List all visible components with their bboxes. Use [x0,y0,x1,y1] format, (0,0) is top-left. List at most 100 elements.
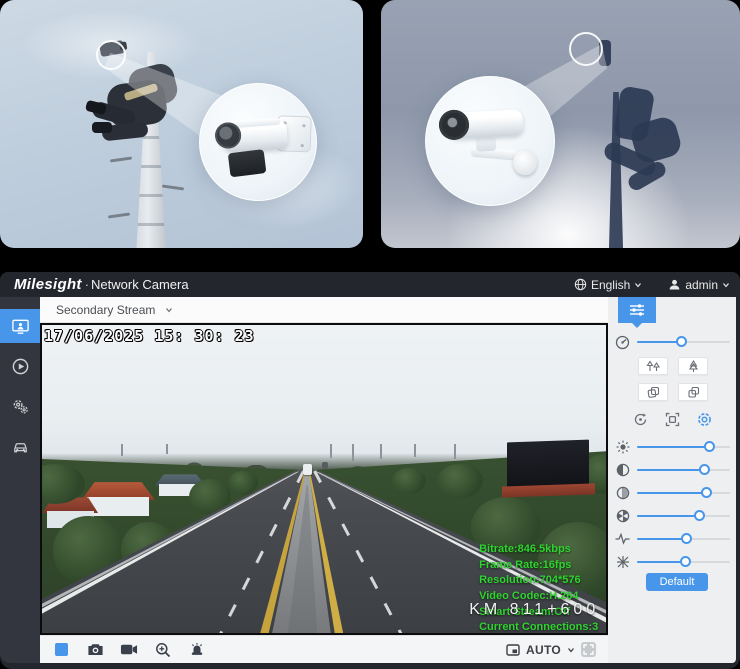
focus-mode-row [608,411,736,427]
camera-inset-circle [425,76,555,206]
auxiliary-focus-icon [697,412,712,427]
adjust-panel-toggle[interactable] [618,297,656,323]
auto-focus-button[interactable] [632,411,648,427]
fullscreen-icon [583,644,594,655]
ptz-speed-row [608,333,736,351]
noise-reduction-2d-row [608,527,736,550]
globe-icon [574,278,587,291]
page: Milesight Network Camera English admin [0,0,740,669]
manual-alarm-button[interactable] [188,641,206,659]
aspect-ratio-select[interactable]: AUTO [526,643,561,657]
sidebar-item-playback[interactable] [0,349,40,383]
slider-handle[interactable] [704,441,715,452]
promo-photo-installation-day [0,0,363,248]
chevron-down-icon [634,281,642,289]
power-pylon [352,444,354,461]
slider-handle[interactable] [694,510,705,521]
fullscreen-button[interactable] [581,642,596,657]
road-marker-text: KM 811+600 [469,601,599,619]
snapshot-button[interactable] [86,641,104,659]
ptz-adjust-panel: Default [608,297,736,663]
speed-gauge-icon [615,335,630,350]
bullet-camera-illustration [214,109,315,186]
auto-focus-icon [633,412,648,427]
saturation-slider[interactable] [637,486,730,500]
live-video: 17/06/2025 15: 30: 23 Bitrate:846.5kbps … [40,323,608,635]
noise-reduction-3d-row [608,550,736,573]
tree [392,468,426,494]
billboard-back [507,439,589,488]
osd-bitrate: Bitrate:846.5kbps [479,542,598,558]
osd-stream-stats: Bitrate:846.5kbps Frame Rate:16fps Resol… [479,542,598,635]
slider-handle[interactable] [699,464,710,475]
sidebar-item-settings[interactable] [0,389,40,423]
focus-far-button[interactable] [638,383,668,401]
product-name: Network Camera [85,277,189,292]
car [322,462,328,469]
sidebar-item-live-view[interactable] [0,309,40,343]
user-label: admin [685,278,718,292]
camera-web-app: Milesight Network Camera English admin [0,272,740,669]
pole-rung [108,212,130,218]
slider-handle[interactable] [681,533,692,544]
zoom-out-icon [646,360,661,373]
focus-far-icon [647,386,660,399]
stop-icon [55,643,68,656]
magnifier-plus-icon [155,642,171,658]
contrast-slider[interactable] [637,463,730,477]
osd-resolution: Resolution:704*576 [479,573,598,589]
main-view: Secondary Stream [40,297,608,663]
sharpness-slider[interactable] [637,509,730,523]
power-pylon [380,444,382,459]
contrast-icon [615,462,630,477]
ptz-speed-slider[interactable] [637,335,730,349]
camera-inset-circle [199,83,317,201]
osd-connections: Current Connections:3 [479,620,598,635]
lens-initialize-button[interactable] [664,411,680,427]
focus-near-button[interactable] [678,383,708,401]
chevron-down-icon[interactable] [567,646,575,654]
power-pylon [166,444,168,454]
promo-photo-installation-backlit [381,0,740,248]
siren-icon [189,642,205,657]
record-button[interactable] [120,641,138,659]
digital-zoom-button[interactable] [154,641,172,659]
chevron-down-icon[interactable] [165,306,173,314]
sidebar-item-smart-traffic[interactable] [0,429,40,463]
panel-tab-pointer [632,323,642,328]
sharpness-row [608,504,736,527]
zoom-out-button[interactable] [638,357,668,375]
language-label: English [591,278,630,292]
monitor-icon [11,317,30,336]
zoom-focus-buttons [638,357,734,401]
user-icon [668,278,681,291]
osd-timestamp: 17/06/2025 15: 30: 23 [44,327,255,345]
auxiliary-focus-button[interactable] [696,411,712,427]
highway-scene: 17/06/2025 15: 30: 23 Bitrate:846.5kbps … [42,325,606,633]
slider-handle[interactable] [701,487,712,498]
highlight-circle [96,40,126,70]
tree [437,464,483,498]
sharpness-icon [615,508,630,523]
default-button[interactable]: Default [646,573,708,591]
highlight-circle [569,32,603,66]
brightness-slider[interactable] [637,440,730,454]
language-selector[interactable]: English [574,278,642,292]
sidebar-nav [0,297,40,663]
user-menu[interactable]: admin [668,278,730,292]
camera-ir-module [228,149,267,177]
ptz-camera-illustration [438,100,542,185]
noise-reduction-2d-slider[interactable] [637,532,730,546]
noise-reduction-3d-slider[interactable] [637,555,730,569]
stop-stream-button[interactable] [52,641,70,659]
van [303,464,312,475]
focus-near-icon [687,386,700,399]
power-pylon [121,444,123,456]
zoom-in-button[interactable] [678,357,708,375]
slider-handle[interactable] [680,556,691,567]
sliders-icon [629,303,645,317]
top-navbar: Milesight Network Camera English admin [0,272,740,297]
slider-handle[interactable] [676,336,687,347]
video-toolbar: AUTO [40,635,608,663]
stream-selector[interactable]: Secondary Stream [56,303,155,317]
